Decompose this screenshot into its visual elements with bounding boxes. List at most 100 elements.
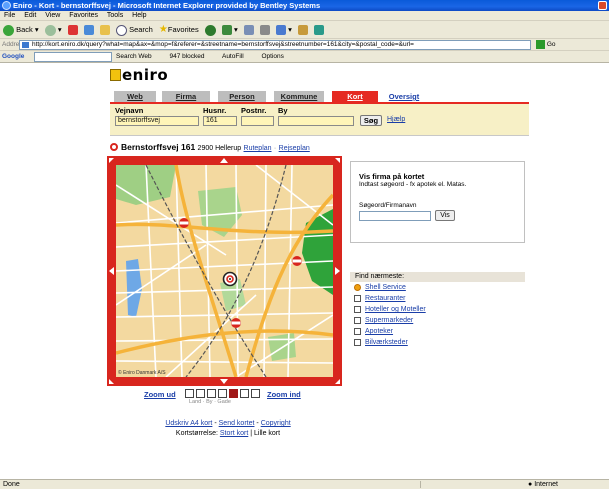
menu-help[interactable]: Help — [132, 12, 146, 19]
tab-oversigt[interactable]: Oversigt — [382, 91, 426, 102]
search-submit-button[interactable]: Søg — [360, 115, 382, 126]
menu-view[interactable]: View — [45, 12, 60, 19]
show-company-heading: Vis firma på kortet — [359, 172, 425, 181]
street-map[interactable]: © Eniro Danmark A/S — [116, 165, 333, 377]
show-button[interactable]: Vis — [435, 210, 455, 221]
zoom-level-box[interactable] — [229, 389, 238, 398]
refresh-button[interactable] — [83, 21, 94, 38]
menu-tools[interactable]: Tools — [107, 12, 123, 19]
nearest-item-shell[interactable]: Shell Service — [350, 282, 525, 293]
discuss-button[interactable] — [298, 21, 309, 38]
city-input[interactable] — [278, 116, 354, 126]
google-search-web-button[interactable]: Search Web — [116, 53, 160, 60]
tab-kommune[interactable]: Kommune — [274, 91, 324, 102]
print-button[interactable] — [259, 21, 270, 38]
page-icon — [22, 42, 29, 48]
result-address: Bernstorffsvej 161 2900 Hellerup Rutepla… — [110, 142, 310, 152]
menu-file[interactable]: File — [4, 12, 15, 19]
postal-input[interactable] — [241, 116, 274, 126]
pan-southwest-icon[interactable] — [109, 379, 114, 384]
options-button[interactable]: Options — [261, 53, 291, 60]
zoom-level-box[interactable] — [207, 389, 216, 398]
shell-icon — [354, 284, 361, 291]
popup-blocked-button[interactable]: 947 blocked — [169, 53, 212, 60]
history-icon — [221, 25, 232, 36]
number-input[interactable]: 161 — [203, 116, 237, 126]
mail-button[interactable] — [243, 21, 254, 38]
status-divider — [420, 481, 421, 488]
google-search-input[interactable] — [34, 52, 112, 62]
find-nearest-panel: Find nærmeste: Shell Service Restaurante… — [350, 272, 525, 348]
tab-kort[interactable]: Kort — [332, 91, 378, 102]
home-icon — [99, 25, 110, 36]
go-button[interactable]: Go — [536, 40, 564, 50]
autofill-button[interactable]: AutoFill — [222, 53, 252, 60]
nearest-item-supermarkets[interactable]: Supermarkeder — [350, 315, 525, 326]
window-title-bar: Eniro - Kort - bernstorffsvej - Microsof… — [0, 0, 609, 11]
print-map-link[interactable]: Udskriv A4 kort — [165, 420, 212, 427]
address-url: http://kort.eniro.dk/query?what=map&ax=&… — [32, 41, 414, 48]
print-icon — [259, 25, 270, 36]
discuss-icon — [298, 25, 309, 36]
home-button[interactable] — [99, 21, 110, 38]
tab-firma[interactable]: Firma — [162, 91, 210, 102]
nearest-item-car-repair[interactable]: Bilværksteder — [350, 337, 525, 348]
media-icon — [204, 24, 216, 36]
show-company-description: Indtast søgeord - fx apotek el. Matas. — [359, 181, 467, 188]
send-map-link[interactable]: Send kortet — [219, 420, 255, 427]
tab-web[interactable]: Web — [114, 91, 156, 102]
favorites-button[interactable]: ★Favorites — [159, 21, 199, 38]
zoom-level-box[interactable] — [196, 389, 205, 398]
street-label: Vejnavn — [115, 106, 144, 115]
zoom-out-link[interactable]: Zoom ud — [144, 390, 176, 399]
zoom-level-box[interactable] — [218, 389, 227, 398]
forward-button[interactable]: ▾ — [44, 21, 62, 38]
mail-icon — [243, 25, 254, 36]
back-button[interactable]: Back ▾ — [3, 21, 39, 38]
search-button[interactable]: Search — [115, 21, 153, 38]
eniro-logo[interactable]: eniro — [110, 67, 168, 83]
route-planner-link[interactable]: Ruteplan — [244, 145, 272, 152]
history-button[interactable]: ▾ — [221, 21, 238, 38]
pan-north-icon[interactable] — [220, 158, 228, 163]
restaurant-icon — [354, 295, 361, 302]
s-train-icon — [179, 218, 189, 228]
zoom-level-box[interactable] — [240, 389, 249, 398]
edit-button[interactable]: ▾ — [276, 21, 292, 38]
zoom-in-link[interactable]: Zoom ind — [267, 390, 301, 399]
address-input[interactable]: http://kort.eniro.dk/query?what=map&ax=&… — [19, 40, 531, 50]
zoom-level-box[interactable] — [185, 389, 194, 398]
pan-west-icon[interactable] — [109, 267, 114, 275]
menu-edit[interactable]: Edit — [24, 12, 36, 19]
messenger-button[interactable] — [314, 21, 325, 38]
media-button[interactable] — [204, 21, 216, 38]
window-title: Eniro - Kort - bernstorffsvej - Microsof… — [13, 1, 321, 10]
eniro-logo-mark-icon — [110, 69, 121, 81]
nearest-item-hotels[interactable]: Hoteller og Moteller — [350, 304, 525, 315]
map-frame: © Eniro Danmark A/S — [107, 156, 342, 386]
target-marker-icon — [110, 143, 118, 151]
menu-favorites[interactable]: Favorites — [69, 12, 98, 19]
tab-person[interactable]: Person — [218, 91, 266, 102]
close-window-icon[interactable] — [598, 1, 607, 10]
result-postal: 2900 Hellerup — [197, 145, 242, 152]
street-input[interactable]: bernstorffsvej — [115, 116, 199, 126]
pan-southeast-icon[interactable] — [335, 379, 340, 384]
car-repair-icon — [354, 339, 361, 346]
keyword-input[interactable] — [359, 211, 431, 221]
pan-east-icon[interactable] — [335, 267, 340, 275]
nearest-item-restaurants[interactable]: Restauranter — [350, 293, 525, 304]
large-map-link[interactable]: Stort kort — [220, 430, 248, 437]
stop-button[interactable] — [67, 21, 78, 38]
pan-northwest-icon[interactable] — [109, 158, 114, 163]
small-map-label: Lille kort — [254, 430, 281, 437]
page-viewport: eniro Web Firma Person Kommune Kort Over… — [0, 63, 609, 479]
travel-planner-link[interactable]: Rejseplan — [279, 145, 310, 152]
zoom-level-box[interactable] — [251, 389, 260, 398]
help-link[interactable]: Hjælp — [387, 116, 405, 123]
copyright-link[interactable]: Copyright — [261, 420, 291, 427]
pan-northeast-icon[interactable] — [335, 158, 340, 163]
pan-south-icon[interactable] — [220, 379, 228, 384]
security-zone: ● Internet — [528, 481, 558, 488]
nearest-item-pharmacies[interactable]: Apoteker — [350, 326, 525, 337]
